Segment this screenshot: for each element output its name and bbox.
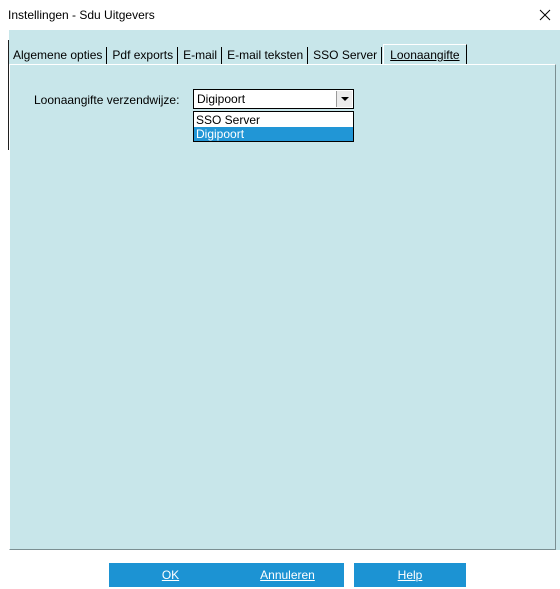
tab-label: Loonaangifte [390, 48, 460, 62]
help-button[interactable]: Help [354, 563, 466, 587]
tab-label: E-mail teksten [227, 48, 304, 62]
help-button-label: Help [397, 568, 423, 582]
ok-button[interactable]: OK [109, 563, 232, 587]
dropdown-option-sso-server[interactable]: SSO Server [194, 113, 353, 127]
tab-email-teksten[interactable]: E-mail teksten [223, 47, 309, 64]
tab-label: E-mail [183, 48, 218, 62]
window-title: Instellingen - Sdu Uitgevers [8, 8, 155, 22]
close-button[interactable] [530, 0, 560, 30]
tab-loonaangifte[interactable]: Loonaangifte [383, 44, 467, 64]
tab-pdf-exports[interactable]: Pdf exports [108, 47, 179, 64]
cancel-button[interactable]: Annuleren [231, 563, 344, 587]
close-icon [539, 9, 551, 21]
combobox-value: Digipoort [197, 92, 246, 106]
send-method-label: Loonaangifte verzendwijze: [34, 93, 180, 107]
tab-strip: Algemene opties Pdf exports E-mail E-mai… [9, 44, 468, 64]
tab-sso-server[interactable]: SSO Server [309, 47, 383, 64]
combobox-dropdown-button[interactable] [336, 91, 352, 107]
chevron-down-icon [340, 96, 349, 101]
send-method-combobox[interactable]: Digipoort [193, 89, 354, 109]
tab-email[interactable]: E-mail [179, 47, 223, 64]
cancel-button-label: Annuleren [260, 568, 315, 582]
send-method-dropdown-list: SSO Server Digipoort [193, 111, 354, 142]
tab-label: Pdf exports [112, 48, 174, 62]
settings-dialog: Instellingen - Sdu Uitgevers Algemene op… [0, 0, 560, 589]
dropdown-option-digipoort[interactable]: Digipoort [194, 127, 353, 141]
tab-label: SSO Server [313, 48, 378, 62]
ok-button-label: OK [161, 568, 180, 582]
title-bar: Instellingen - Sdu Uitgevers [0, 0, 560, 30]
tab-label: Algemene opties [13, 48, 103, 62]
tab-algemene-opties[interactable]: Algemene opties [9, 47, 108, 64]
